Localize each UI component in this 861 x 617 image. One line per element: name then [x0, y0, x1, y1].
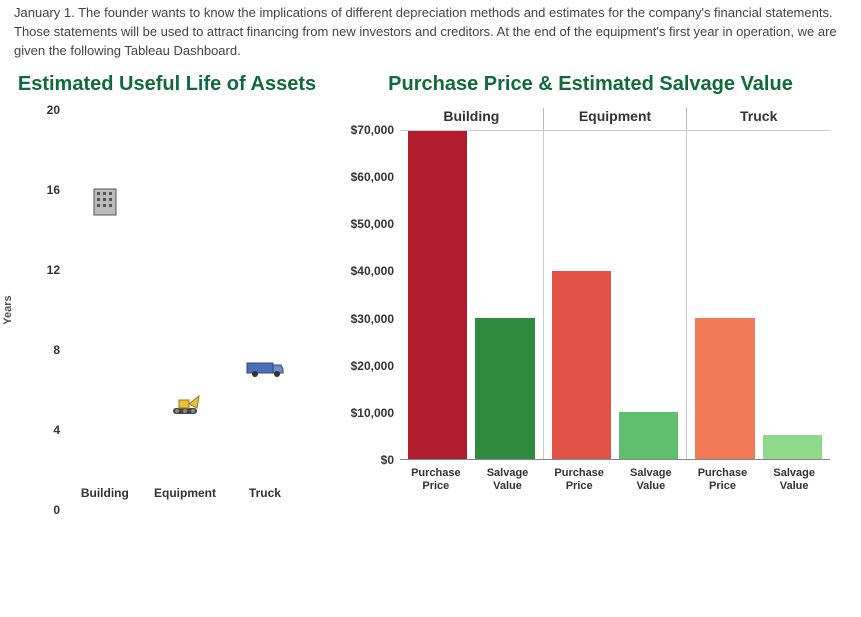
useful-life-title: Estimated Useful Life of Assets	[10, 71, 324, 102]
bar-x-label: Salvage Value	[615, 463, 687, 493]
bar-group-building	[400, 131, 543, 459]
bar-x-label: Salvage Value	[758, 463, 830, 493]
bar-header: Equipment	[543, 108, 687, 130]
bar-y-tick: $20,000	[330, 359, 394, 373]
y-tick: 16	[20, 183, 60, 197]
bar-truck-purchase	[695, 318, 754, 459]
bar-y-tick: $70,000	[330, 123, 394, 137]
y-tick: 4	[20, 423, 60, 437]
bar-truck-salvage	[763, 435, 822, 458]
bar-group-equipment	[543, 131, 687, 459]
truck-marker-icon	[245, 359, 285, 379]
bar-x-label: Purchase Price	[687, 463, 759, 493]
useful-life-chart: Estimated Useful Life of Assets Years 20…	[10, 71, 330, 538]
x-category: Truck	[249, 486, 281, 500]
intro-text: January 1. The founder wants to know the…	[0, 0, 861, 63]
y-tick: 20	[20, 103, 60, 117]
x-category: Building	[81, 486, 129, 500]
bar-y-tick: $50,000	[330, 217, 394, 231]
bar-header: Truck	[686, 108, 830, 130]
y-tick: 0	[20, 503, 60, 517]
building-marker-icon	[92, 187, 118, 217]
x-category: Equipment	[154, 486, 216, 500]
bar-headers: Building Equipment Truck	[400, 108, 830, 130]
bar-y-tick: $0	[330, 453, 394, 467]
bar-x-label: Salvage Value	[472, 463, 544, 493]
bar-y-tick: $60,000	[330, 170, 394, 184]
bar-x-labels: Purchase Price Salvage Value Purchase Pr…	[400, 463, 830, 493]
y-axis-label: Years	[2, 295, 14, 324]
bar-x-label: Purchase Price	[543, 463, 615, 493]
price-salvage-title: Purchase Price & Estimated Salvage Value	[330, 71, 851, 102]
bar-building-purchase	[408, 131, 467, 459]
scatter-plot: Years 20 16 12 8 4 0	[20, 110, 320, 510]
bar-group-truck	[686, 131, 830, 459]
bar-y-tick: $10,000	[330, 406, 394, 420]
dashboard: Estimated Useful Life of Assets Years 20…	[0, 63, 861, 538]
bar-plot	[400, 130, 830, 460]
bar-y-tick: $30,000	[330, 312, 394, 326]
bar-header: Building	[400, 108, 543, 130]
plot-area: Building Equipment Truck	[65, 110, 305, 480]
price-salvage-chart: Purchase Price & Estimated Salvage Value…	[330, 71, 851, 538]
y-tick: 8	[20, 343, 60, 357]
bar-equipment-purchase	[552, 271, 611, 458]
bar-x-label: Purchase Price	[400, 463, 472, 493]
bar-plot-wrap: Building Equipment Truck $70,000 $60,000…	[330, 108, 830, 538]
equipment-marker-icon	[169, 394, 201, 418]
bar-building-salvage	[475, 318, 534, 459]
bar-y-tick: $40,000	[330, 264, 394, 278]
y-tick: 12	[20, 263, 60, 277]
bar-equipment-salvage	[619, 412, 678, 459]
